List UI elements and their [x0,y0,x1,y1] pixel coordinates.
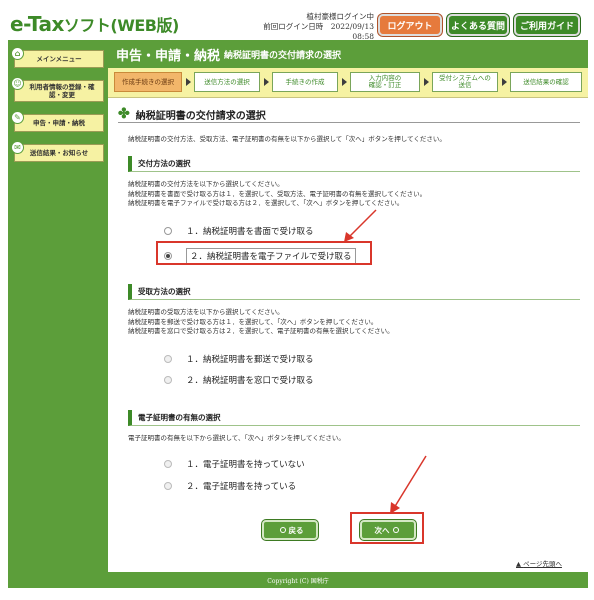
back-dot-icon [279,527,286,533]
section-divider [118,122,580,123]
receive-option-mail[interactable]: １．納税証明書を郵送で受け取る [164,353,314,365]
mail-icon: ✉ [11,141,24,154]
radio-button[interactable] [164,482,172,490]
receive-option-counter[interactable]: ２．納税証明書を窓口で受け取る [164,374,314,386]
etax-logo: e-Taxソフト(WEB版) [10,12,179,36]
red-arrow-icon [344,209,377,242]
sidebar-item-label: 送信結果・お知らせ [29,149,89,157]
last-login: 前回ログイン日時 2022/09/13 08:58 [263,22,374,41]
logo-main: e-Tax [10,12,64,36]
step-select-procedure: 作成手続きの選択 [114,72,182,92]
header: e-Taxソフト(WEB版) 植村豪様ログイン中 前回ログイン日時 2022/0… [8,6,588,42]
home-icon: ⌂ [11,47,24,60]
back-button-label: 戻る [288,525,304,535]
sidebar: ⌂ メインメニュー ☺ 利用者情報の登録・確認・変更 ✎ 申告・申請・納税 ✉ … [8,40,108,588]
delivery-option-paper[interactable]: １．納税証明書を書面で受け取る [164,225,314,237]
sidebar-item-filing[interactable]: ✎ 申告・申請・納税 [11,111,104,132]
page-subtitle: 納税証明書の交付請求の選択 [224,50,342,61]
delivery-option-paper-label: １．納税証明書を書面で受け取る [186,227,314,237]
sidebar-item-label: メインメニュー [36,55,82,63]
delivery-desc-3: 納税証明書を電子ファイルで受け取る方は２．を選択して、「次へ」ボタンを押してくだ… [128,199,404,207]
radio-button[interactable] [164,376,172,384]
cert-option-none-label: １．電子証明書を持っていない [186,460,305,470]
cert-desc: 電子証明書の有無を以下から選択して、「次へ」ボタンを押してください。 [128,434,345,442]
sidebar-item-main-menu[interactable]: ⌂ メインメニュー [11,47,104,68]
document-icon: ✎ [11,111,24,124]
cert-option-have-label: ２．電子証明書を持っている [186,482,297,492]
step-create: 手続きの作成 [272,72,338,92]
delivery-desc: 納税証明書の交付方法を以下から選択してください。 納税証明書を書面で受け取る方は… [128,180,426,209]
delivery-desc-1: 納税証明書の交付方法を以下から選択してください。 [128,180,284,188]
copyright-text: Copyright (C) 国税庁 [267,577,329,585]
step-send: 受付システムへの 送信 [432,72,498,92]
step-arrow-icon [186,78,191,86]
radio-button[interactable] [164,355,172,363]
highlight-box-next [350,512,424,544]
highlight-box-electronic [156,241,372,265]
radio-button[interactable] [164,227,172,235]
page-title: 申告・申請・納税 [116,48,221,64]
receive-option-mail-label: １．納税証明書を郵送で受け取る [186,355,314,365]
receive-desc-3: 納税証明書を窓口で受け取る方は２．を選択して、電子証明書の有無を選択してください… [128,327,394,335]
radio-button[interactable] [164,460,172,468]
main-content: 申告・申請・納税 納税証明書の交付請求の選択 作成手続きの選択 送信方法の選択 … [108,40,588,588]
footer: Copyright (C) 国税庁 [8,572,588,588]
sidebar-item-user-info[interactable]: ☺ 利用者情報の登録・確認・変更 [11,77,104,102]
receive-heading: 受取方法の選択 [128,284,580,300]
delivery-desc-2: 納税証明書を書面で受け取る方は１．を選択して、受取方法、電子証明書の有無を選択し… [128,189,427,198]
progress-steps: 作成手続きの選択 送信方法の選択 手続きの作成 入力内容の 確認・訂正 受付シス… [108,68,588,98]
step-arrow-icon [502,78,507,86]
cert-option-none[interactable]: １．電子証明書を持っていない [164,458,305,470]
step-send-method: 送信方法の選択 [194,72,260,92]
arrow-up-icon: ▲ [516,560,521,568]
guide-button[interactable]: ご利用ガイド [514,14,580,36]
page-top-label: ページ先頭へ [523,560,562,568]
login-info: 植村豪様ログイン中 前回ログイン日時 2022/09/13 08:58 [260,12,374,42]
faq-button[interactable]: よくある質問 [447,14,509,36]
receive-desc: 納税証明書の受取方法を以下から選択してください。 納税証明書を郵送で受け取る方は… [128,308,394,337]
page-title-bar: 申告・申請・納税 納税証明書の交付請求の選択 [108,40,588,68]
login-user: 植村豪様ログイン中 [306,12,375,21]
step-confirm: 入力内容の 確認・訂正 [350,72,420,92]
clover-icon: ✤ [118,106,130,122]
user-icon: ☺ [11,77,24,90]
intro-text: 納税証明書の交付方法、受取方法、電子証明書の有無を以下から選択して「次へ」ボタン… [128,135,446,143]
back-button[interactable]: 戻る [262,520,318,540]
logout-button[interactable]: ログアウト [378,14,442,36]
section-title-text: 納税証明書の交付請求の選択 [135,110,266,122]
delivery-heading: 交付方法の選択 [128,156,580,172]
sidebar-item-label: 申告・申請・納税 [33,119,85,127]
cert-option-have[interactable]: ２．電子証明書を持っている [164,480,296,492]
section-title: ✤ 納税証明書の交付請求の選択 [118,106,266,122]
page-top-link[interactable]: ▲ ページ先頭へ [516,558,562,568]
sidebar-item-label: 利用者情報の登録・確認・変更 [29,83,95,99]
step-arrow-icon [342,78,347,86]
logo-sub: ソフト(WEB版) [63,16,179,35]
cert-heading: 電子証明書の有無の選択 [128,410,580,426]
receive-desc-2: 納税証明書を郵送で受け取る方は１．を選択して、「次へ」ボタンを押してください。 [128,317,378,326]
receive-desc-1: 納税証明書の受取方法を以下から選択してください。 [128,308,284,316]
sidebar-item-results[interactable]: ✉ 送信結果・お知らせ [11,141,104,162]
step-arrow-icon [424,78,429,86]
step-result: 送信結果の確認 [510,72,582,92]
receive-option-counter-label: ２．納税証明書を窓口で受け取る [186,376,314,386]
red-arrow-icon [390,455,427,514]
step-arrow-icon [264,78,269,86]
